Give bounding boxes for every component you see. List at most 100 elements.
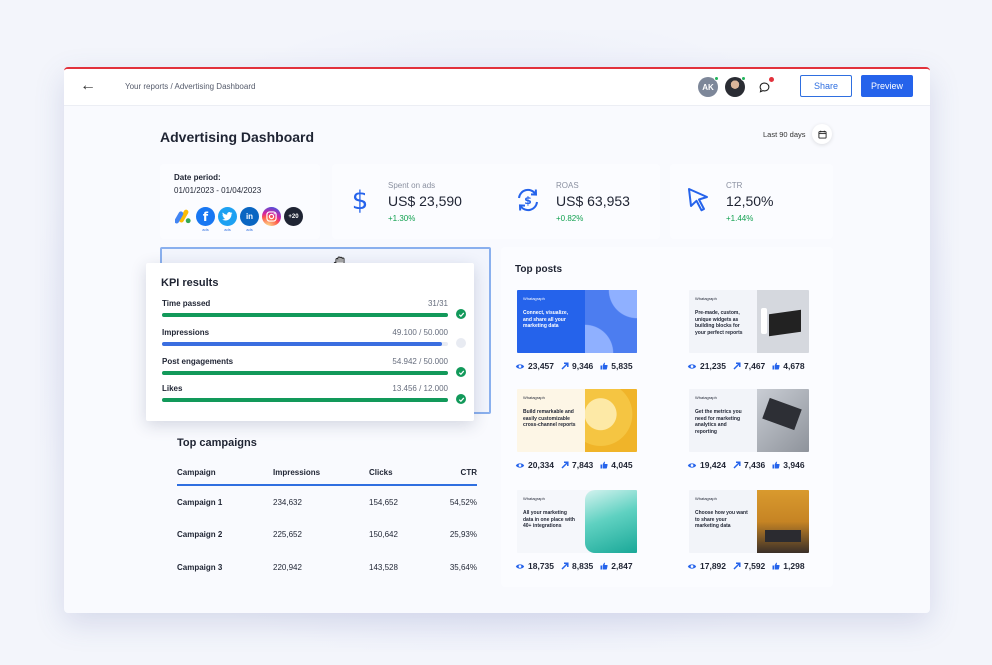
table-row[interactable]: Campaign 3 220,942 143,528 35,64%: [177, 551, 477, 584]
calendar-button[interactable]: [812, 124, 832, 144]
kpi-name: Time passed: [162, 299, 211, 308]
likes-stat: 1,298: [772, 561, 805, 571]
post-card[interactable]: Whatagraph Choose how you want to share y…: [687, 490, 817, 580]
column-header[interactable]: CTR: [437, 464, 477, 486]
post-card[interactable]: Whatagraph Pre-made, custom, unique widge…: [687, 290, 817, 380]
kpi-progress-track: [162, 313, 448, 317]
post-card[interactable]: Whatagraph All your marketing data in one…: [515, 490, 645, 580]
table-cell: 54,52%: [449, 497, 477, 507]
eye-icon: [515, 363, 525, 369]
table-cell: Campaign 2: [177, 530, 223, 539]
shares-stat: 7,467: [733, 361, 765, 371]
dollar-icon: $: [346, 186, 374, 214]
metric-change: +0.82%: [556, 214, 584, 223]
kpi-value: 31/31: [427, 299, 448, 308]
post-headline: Get the metrics you need for marketing a…: [695, 409, 742, 435]
avatar-photo[interactable]: [725, 76, 746, 97]
metric-card-roas: $ ROAS US$ 63,953 +0.82%: [500, 164, 660, 239]
linkedin-icon[interactable]: in ads: [240, 207, 259, 232]
trend-arrow-icon: [733, 461, 741, 469]
top-campaigns-widget: Top campaigns Campaign Impressions Click…: [160, 424, 495, 584]
breadcrumb[interactable]: Your reports / Advertising Dashboard: [125, 82, 255, 91]
post-stats: 20,334 7,843 4,045: [515, 460, 633, 470]
likes-stat: 5,835: [600, 361, 633, 371]
notification-dot: [769, 77, 774, 82]
chat-bubble-icon: [759, 82, 769, 93]
views-stat: 20,334: [515, 460, 554, 470]
post-thumbnail[interactable]: Whatagraph All your marketing data in one…: [517, 490, 637, 553]
kpi-row: Time passed 31/31: [162, 299, 466, 326]
eye-icon: [687, 563, 697, 569]
post-thumbnail[interactable]: Whatagraph Choose how you want to share y…: [689, 490, 809, 553]
views-stat: 21,235: [687, 361, 726, 371]
top-bar: ← Your reports / Advertising Dashboard A…: [64, 69, 930, 106]
post-thumbnail[interactable]: Whatagraph Connect, visualize, and share …: [517, 290, 637, 353]
preview-button[interactable]: Preview: [861, 75, 913, 97]
avatar[interactable]: AK: [698, 76, 719, 97]
date-period-label: Date period:: [174, 173, 221, 182]
post-stats: 18,735 8,835 2,847: [515, 561, 633, 571]
table-row[interactable]: Campaign 2 225,652 150,642 25,93%: [177, 518, 477, 551]
shares-stat: 9,346: [561, 361, 593, 371]
post-headline: All your marketing data in one place wit…: [523, 510, 575, 529]
post-thumbnail[interactable]: Whatagraph Pre-made, custom, unique widge…: [689, 290, 809, 353]
google-ads-icon[interactable]: [174, 207, 193, 226]
comments-button[interactable]: [754, 77, 774, 97]
post-thumbnail[interactable]: Whatagraph Build remarkable and easily cu…: [517, 389, 637, 452]
facebook-icon[interactable]: f ads: [196, 207, 215, 232]
post-brand: Whatagraph: [695, 496, 717, 501]
post-thumbnail[interactable]: Whatagraph Get the metrics you need for m…: [689, 389, 809, 452]
kpi-progress-fill: [162, 371, 448, 375]
shares-count: 7,843: [572, 460, 594, 470]
post-stats: 21,235 7,467 4,678: [687, 361, 805, 371]
online-status-dot: [714, 76, 719, 81]
post-card[interactable]: Whatagraph Get the metrics you need for m…: [687, 389, 817, 479]
more-sources-badge[interactable]: +20: [284, 207, 303, 226]
column-header[interactable]: Clicks: [369, 464, 437, 486]
post-headline: Connect, visualize, and share all your m…: [523, 310, 569, 329]
pending-circle-icon: [456, 338, 466, 348]
likes-count: 5,835: [611, 361, 633, 371]
views-count: 19,424: [700, 460, 726, 470]
check-circle-icon: [456, 309, 466, 319]
twitter-icon[interactable]: ads: [218, 207, 237, 232]
post-card[interactable]: Whatagraph Connect, visualize, and share …: [515, 290, 645, 380]
back-arrow-icon[interactable]: ←: [80, 77, 96, 95]
column-header[interactable]: Campaign: [177, 464, 273, 486]
post-card[interactable]: Whatagraph Build remarkable and easily cu…: [515, 389, 645, 479]
table-cell: Campaign 1: [177, 497, 223, 507]
kpi-progress-fill: [162, 342, 443, 346]
metric-card-ctr: CTR 12,50% +1.44%: [670, 164, 833, 239]
kpi-results-widget[interactable]: KPI results Time passed 31/31 Impressions 4…: [146, 263, 474, 421]
posts-title: Top posts: [515, 264, 563, 275]
table-cell: 35,64%: [449, 563, 477, 572]
campaigns-title: Top campaigns: [177, 437, 257, 449]
shares-stat: 7,436: [733, 460, 765, 470]
kpi-name: Post engagements: [162, 357, 234, 366]
share-button[interactable]: Share: [800, 75, 852, 97]
trend-arrow-icon: [733, 362, 741, 370]
campaigns-table: Campaign Impressions Clicks CTR Campaign…: [177, 464, 477, 584]
likes-count: 4,045: [611, 460, 633, 470]
online-status-dot: [741, 76, 746, 81]
thumbs-up-icon: [600, 461, 608, 469]
kpi-value: 54.942 / 50.000: [392, 357, 448, 366]
table-row[interactable]: Campaign 1 234,632 154,652 54,52%: [177, 485, 477, 518]
post-brand: Whatagraph: [523, 496, 545, 501]
shares-count: 7,467: [744, 361, 766, 371]
cursor-icon: [684, 186, 712, 214]
post-brand: Whatagraph: [695, 296, 717, 301]
calendar-icon: [817, 130, 827, 139]
thumbs-up-icon: [600, 562, 608, 570]
post-stats: 23,457 9,346 5,835: [515, 361, 633, 371]
views-count: 23,457: [528, 361, 554, 371]
date-range-label[interactable]: Last 90 days: [763, 130, 806, 139]
instagram-icon[interactable]: [262, 207, 281, 226]
post-stats: 17,892 7,592 1,298: [687, 561, 805, 571]
column-header[interactable]: Impressions: [273, 464, 369, 486]
date-period-value: 01/01/2023 - 01/04/2023: [174, 186, 262, 195]
trend-arrow-icon: [561, 461, 569, 469]
metric-change: +1.44%: [726, 214, 754, 223]
top-posts-widget: Top posts Whatagraph Connect, visualize, …: [501, 247, 833, 587]
kpi-value: 49.100 / 50.000: [392, 328, 448, 337]
